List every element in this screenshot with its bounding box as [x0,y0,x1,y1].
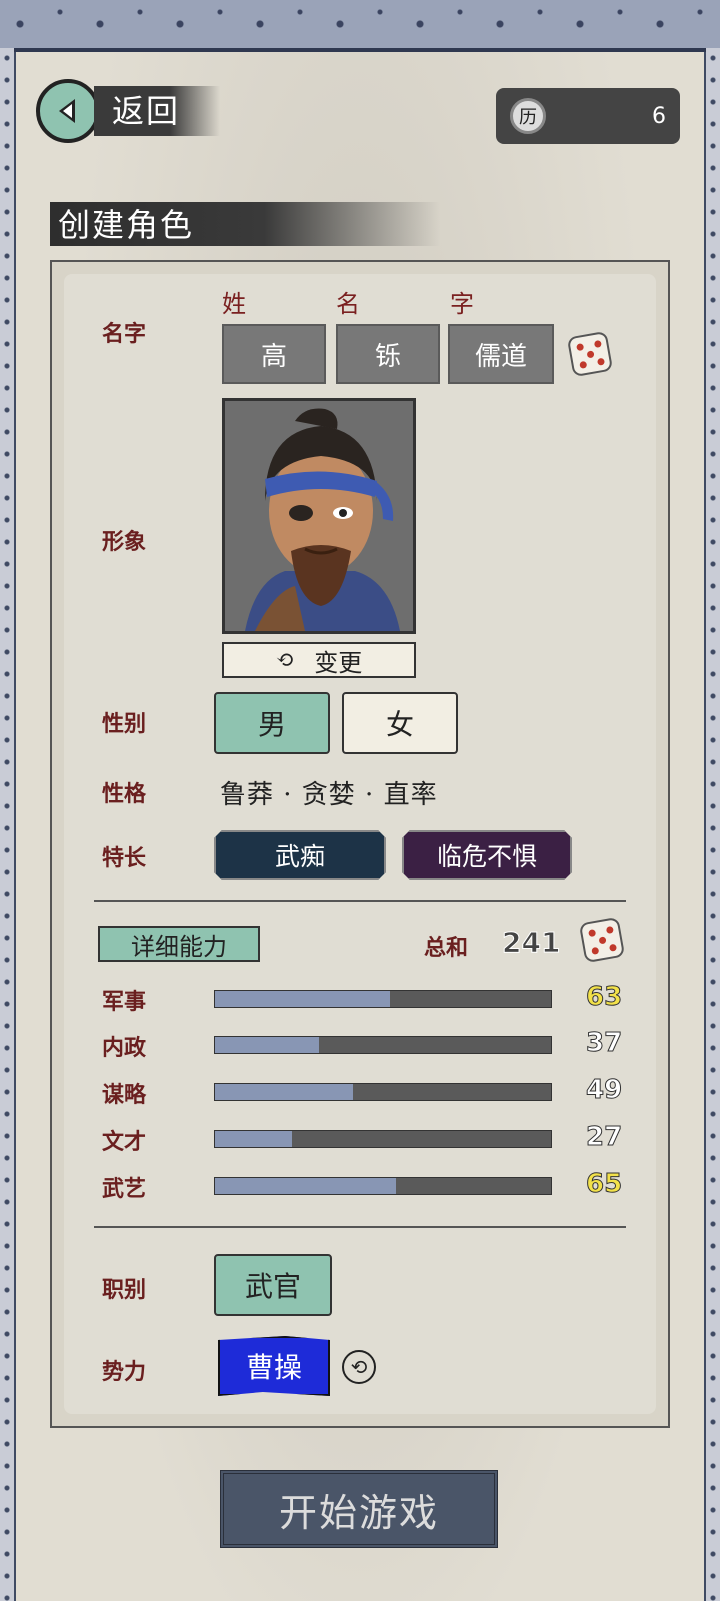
faction-refresh-icon[interactable]: ⟲ [342,1350,376,1384]
currency-value: 6 [652,103,666,129]
portrait-label: 形象 [102,530,147,555]
history-coin-icon: 历 [510,98,546,134]
gender-female-button[interactable]: 女 [342,692,458,754]
total-label: 总和 [424,936,469,961]
back-button[interactable]: 返回 [36,78,236,144]
randomize-name-dice-icon[interactable] [566,330,614,378]
personality-traits: 鲁莽 · 贪婪 · 直率 [220,780,438,810]
courtesy-name-field[interactable]: 儒道 [448,324,554,384]
stat-fill [215,1037,320,1053]
faction-label: 势力 [102,1360,147,1385]
role-label: 职别 [102,1278,147,1303]
stat-fill [215,991,390,1007]
character-portrait [222,398,416,634]
courtesy-name-head: 字 [450,290,474,318]
personality-label: 性格 [102,782,147,807]
back-arrow-icon [36,79,100,143]
stat-label: 武艺 [102,1177,147,1202]
stat-fill [215,1178,397,1194]
specialty-label: 特长 [102,846,147,871]
name-label: 名字 [102,322,147,347]
total-value: 241 [501,926,561,960]
stat-label: 谋略 [102,1083,147,1108]
stat-value: 65 [585,1169,623,1200]
stat-bar [214,990,552,1008]
stat-bar [214,1036,552,1054]
gender-label: 性别 [102,712,147,737]
stat-bar [214,1083,552,1101]
start-game-button[interactable]: 开始游戏 [220,1470,498,1548]
stat-value: 49 [585,1075,623,1106]
currency-display: 历 6 [496,88,680,144]
stat-label: 军事 [102,990,147,1015]
stat-label: 内政 [102,1036,147,1061]
refresh-icon: ⟲ [275,647,295,673]
top-border-pattern [0,0,720,52]
stat-value: 37 [585,1028,623,1059]
stat-bar [214,1177,552,1195]
given-name-head: 名 [336,290,360,318]
section-divider [94,900,626,902]
stat-value: 27 [585,1122,623,1153]
back-label: 返回 [94,86,221,136]
stat-fill [215,1131,293,1147]
role-button[interactable]: 武官 [214,1254,332,1316]
surname-head: 姓 [222,290,246,318]
stat-bar [214,1130,552,1148]
randomize-stats-dice-icon[interactable] [578,916,626,964]
left-border-pattern [0,48,14,1601]
specialty-tag[interactable]: 临危不惧 [402,830,572,880]
faction-flag[interactable]: 曹操 [218,1336,330,1396]
gender-male-button[interactable]: 男 [214,692,330,754]
change-label: 变更 [314,648,363,677]
page-title: 创建角色 [58,206,195,244]
given-name-field[interactable]: 铄 [336,324,440,384]
stat-label: 文才 [102,1130,147,1155]
specialty-tag[interactable]: 武痴 [214,830,386,880]
right-border-pattern [706,48,720,1601]
change-portrait-button[interactable]: ⟲ 变更 [222,642,416,678]
surname-field[interactable]: 高 [222,324,326,384]
stat-value: 63 [585,982,623,1013]
stat-fill [215,1084,353,1100]
section-divider [94,1226,626,1228]
detail-ability-tab[interactable]: 详细能力 [98,926,260,962]
